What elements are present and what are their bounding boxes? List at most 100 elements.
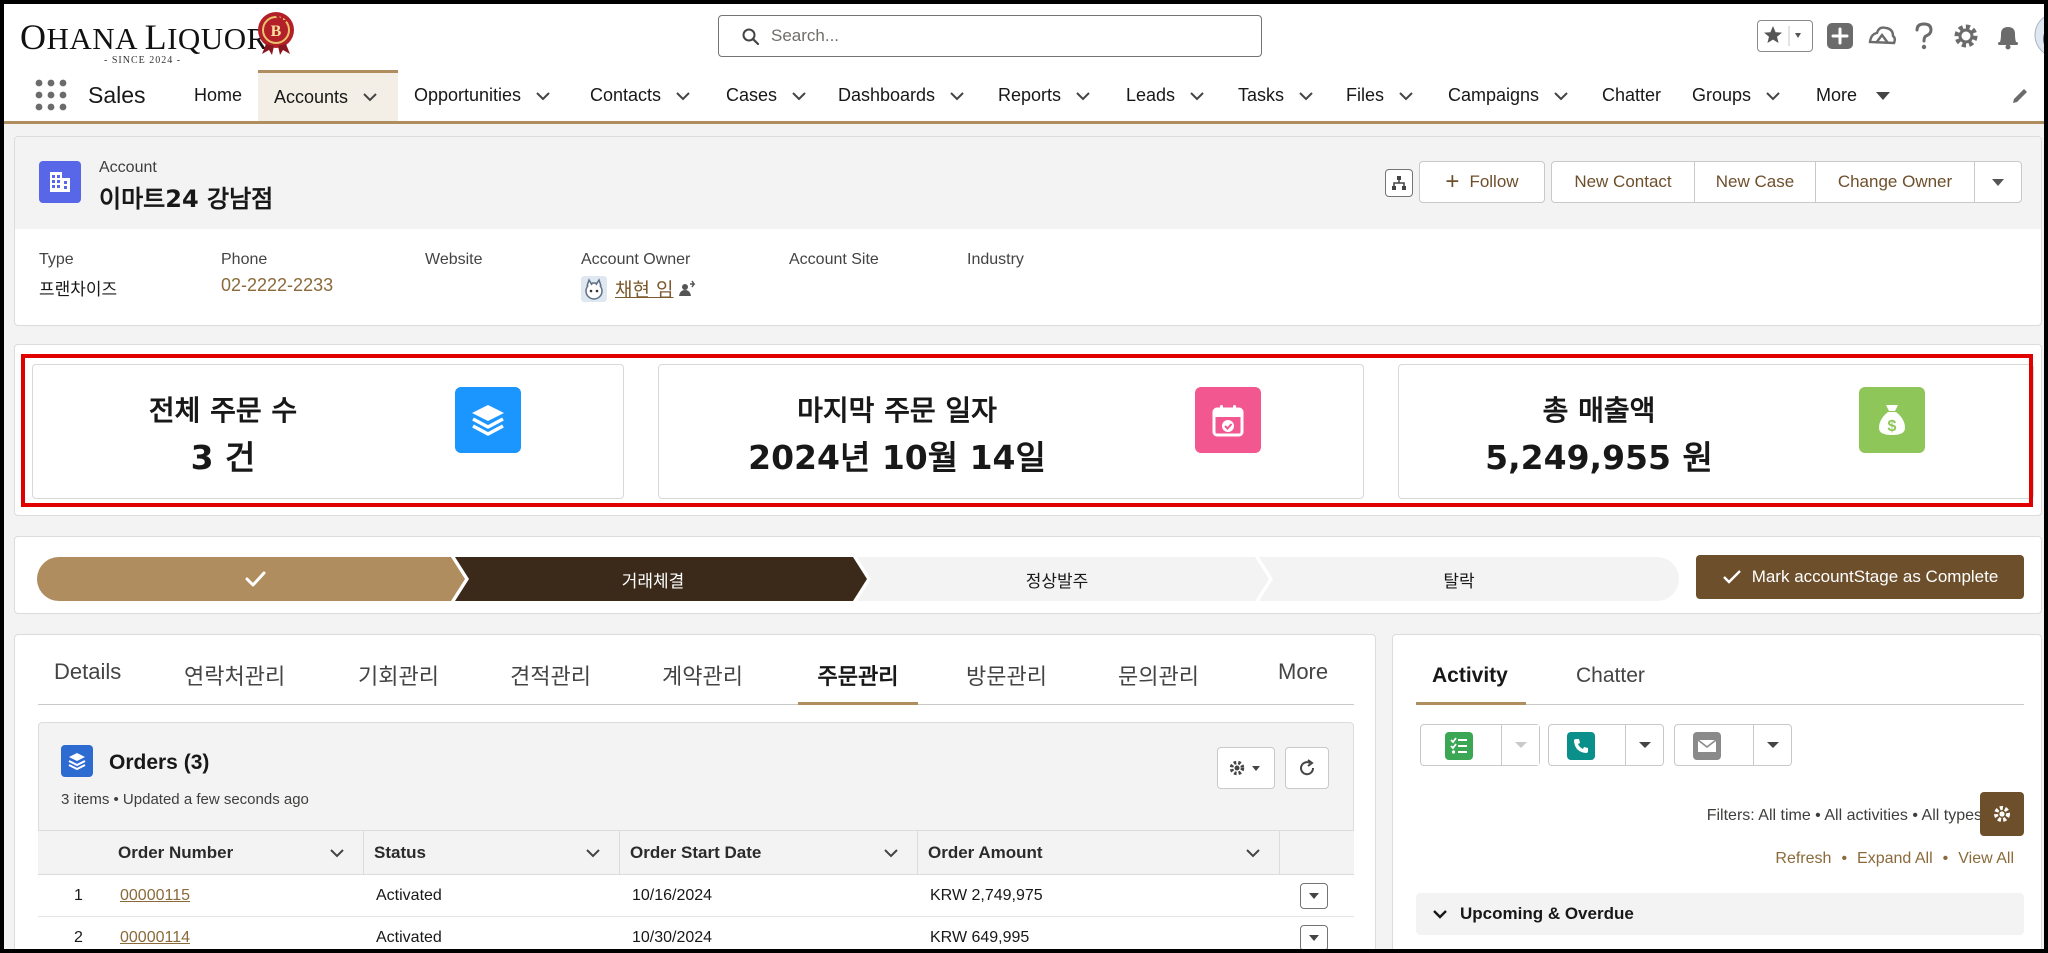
table-row: 2 00000114 Activated 10/30/2024 KRW 649,… <box>38 917 1354 949</box>
order-number-link[interactable]: 00000114 <box>120 917 190 949</box>
log-call-button[interactable] <box>1548 724 1664 766</box>
list-settings-button[interactable] <box>1217 747 1275 789</box>
order-number-link[interactable]: 00000115 <box>120 875 190 917</box>
chevron-down-icon[interactable] <box>1398 88 1414 104</box>
caret-down-icon[interactable] <box>1875 88 1891 104</box>
field-phone: Phone 02-2222-2233 <box>221 251 334 296</box>
record-object-label: Account <box>99 159 157 176</box>
nav-item-groups[interactable]: Groups <box>1692 70 1781 121</box>
field-type-value: 프랜차이즈 <box>39 280 118 300</box>
mark-stage-complete-button[interactable]: Mark accountStage as Complete <box>1696 555 2024 599</box>
follow-button[interactable]: + Follow <box>1419 161 1545 203</box>
tab-activity[interactable]: Activity <box>1432 664 1508 688</box>
path-stage-label[interactable]: 거래체결 <box>458 567 848 592</box>
caret-down-icon <box>1992 179 2004 186</box>
nav-item-leads[interactable]: Leads <box>1126 70 1205 121</box>
search-input[interactable] <box>771 22 1241 50</box>
caret-down-icon <box>1514 742 1527 748</box>
app-window: OHANA LIQUOR - SINCE 2024 - B Search... … <box>0 0 2048 953</box>
caret-down-icon <box>1309 935 1319 941</box>
path-stage-complete[interactable] <box>37 557 465 601</box>
chevron-down-icon[interactable] <box>1189 88 1205 104</box>
nav-item-more[interactable]: More <box>1816 70 1891 121</box>
nav-item-campaigns[interactable]: Campaigns <box>1448 70 1569 121</box>
view-hierarchy-button[interactable] <box>1385 169 1413 197</box>
chevron-down-icon[interactable] <box>791 88 807 104</box>
nav-item-accounts[interactable]: Accounts <box>258 70 398 121</box>
task-dropdown[interactable] <box>1501 725 1539 765</box>
more-actions-button[interactable] <box>1974 161 2022 203</box>
nav-item-chatter[interactable]: Chatter <box>1602 70 1661 121</box>
chevron-down-icon[interactable] <box>329 845 345 861</box>
add-icon[interactable] <box>1822 18 1858 54</box>
help-icon[interactable] <box>1906 18 1942 54</box>
nav-item-cases[interactable]: Cases <box>726 70 807 121</box>
chevron-down-icon[interactable] <box>1553 88 1569 104</box>
phone-link[interactable]: 02-2222-2233 <box>221 275 333 296</box>
brand-logo[interactable]: OHANA LIQUOR - SINCE 2024 - B <box>20 10 300 66</box>
nav-item-home[interactable]: Home <box>190 70 246 121</box>
phone-icon <box>1567 732 1595 760</box>
chevron-down-icon[interactable] <box>362 89 378 105</box>
tab-inquiries[interactable]: 문의관리 <box>1118 659 1199 705</box>
path-stage-label[interactable]: 탈락 <box>1264 567 1654 592</box>
nav-item-reports[interactable]: Reports <box>998 70 1091 121</box>
global-search[interactable] <box>718 15 1262 57</box>
chevron-down-icon[interactable] <box>1765 88 1781 104</box>
nav-item-opportunities[interactable]: Opportunities <box>414 70 551 121</box>
new-task-button[interactable] <box>1420 724 1540 766</box>
tab-more[interactable]: More <box>1278 659 1328 705</box>
notifications-bell-icon[interactable] <box>1990 18 2026 54</box>
column-status[interactable]: Status <box>364 831 620 875</box>
setup-gear-icon[interactable] <box>1948 18 1984 54</box>
refresh-list-button[interactable] <box>1285 747 1329 789</box>
row-actions-button[interactable] <box>1300 925 1328 949</box>
email-dropdown[interactable] <box>1753 725 1791 765</box>
chevron-down-icon[interactable] <box>1298 88 1314 104</box>
refresh-link[interactable]: Refresh <box>1775 850 1831 867</box>
user-avatar[interactable] <box>2034 12 2044 58</box>
chevron-down-icon[interactable] <box>1245 845 1261 861</box>
column-order-start-date[interactable]: Order Start Date <box>620 831 918 875</box>
column-order-number[interactable]: Order Number <box>108 831 364 875</box>
edit-nav-pencil-icon[interactable] <box>2010 86 2030 106</box>
change-owner-icon[interactable] <box>677 279 697 299</box>
new-case-button[interactable]: New Case <box>1694 161 1816 203</box>
send-email-button[interactable] <box>1674 724 1792 766</box>
tab-visits[interactable]: 방문관리 <box>966 659 1047 705</box>
tab-contracts[interactable]: 계약관리 <box>662 659 743 705</box>
tab-chatter[interactable]: Chatter <box>1576 664 1645 688</box>
gear-dropdown-icon <box>1229 760 1260 776</box>
chevron-down-icon[interactable] <box>1075 88 1091 104</box>
new-contact-button[interactable]: New Contact <box>1551 161 1695 203</box>
path-stage-label[interactable]: 정상발주 <box>862 567 1252 592</box>
chevron-down-icon[interactable] <box>883 845 899 861</box>
trailhead-icon[interactable] <box>1864 18 1900 54</box>
tab-details[interactable]: Details <box>54 659 121 705</box>
tab-contacts[interactable]: 연락처관리 <box>184 659 285 705</box>
row-actions-button[interactable] <box>1300 883 1328 909</box>
chevron-down-icon[interactable] <box>949 88 965 104</box>
expand-all-link[interactable]: Expand All <box>1857 850 1933 867</box>
column-order-amount[interactable]: Order Amount <box>918 831 1280 875</box>
chevron-down-icon[interactable] <box>675 88 691 104</box>
nav-item-contacts[interactable]: Contacts <box>590 70 691 121</box>
chevron-down-icon[interactable] <box>535 88 551 104</box>
activity-filter-button[interactable] <box>1980 792 2024 836</box>
view-all-link[interactable]: View All <box>1958 850 2014 867</box>
tab-quotes[interactable]: 견적관리 <box>510 659 591 705</box>
owner-link[interactable]: 채현 임 <box>615 275 673 302</box>
upcoming-overdue-section[interactable]: Upcoming & Overdue <box>1416 893 2024 935</box>
call-dropdown[interactable] <box>1625 725 1663 765</box>
tab-opportunities[interactable]: 기회관리 <box>358 659 439 705</box>
nav-item-dashboards[interactable]: Dashboards <box>838 70 965 121</box>
chevron-down-icon[interactable] <box>585 845 601 861</box>
orders-title[interactable]: Orders (3) <box>109 751 209 775</box>
favorites-star-icon[interactable] <box>1757 20 1813 52</box>
app-launcher-icon[interactable] <box>34 78 68 112</box>
task-icon <box>1445 732 1473 760</box>
nav-item-tasks[interactable]: Tasks <box>1238 70 1314 121</box>
tab-orders[interactable]: 주문관리 <box>798 659 918 705</box>
nav-item-files[interactable]: Files <box>1346 70 1414 121</box>
change-owner-button[interactable]: Change Owner <box>1815 161 1975 203</box>
